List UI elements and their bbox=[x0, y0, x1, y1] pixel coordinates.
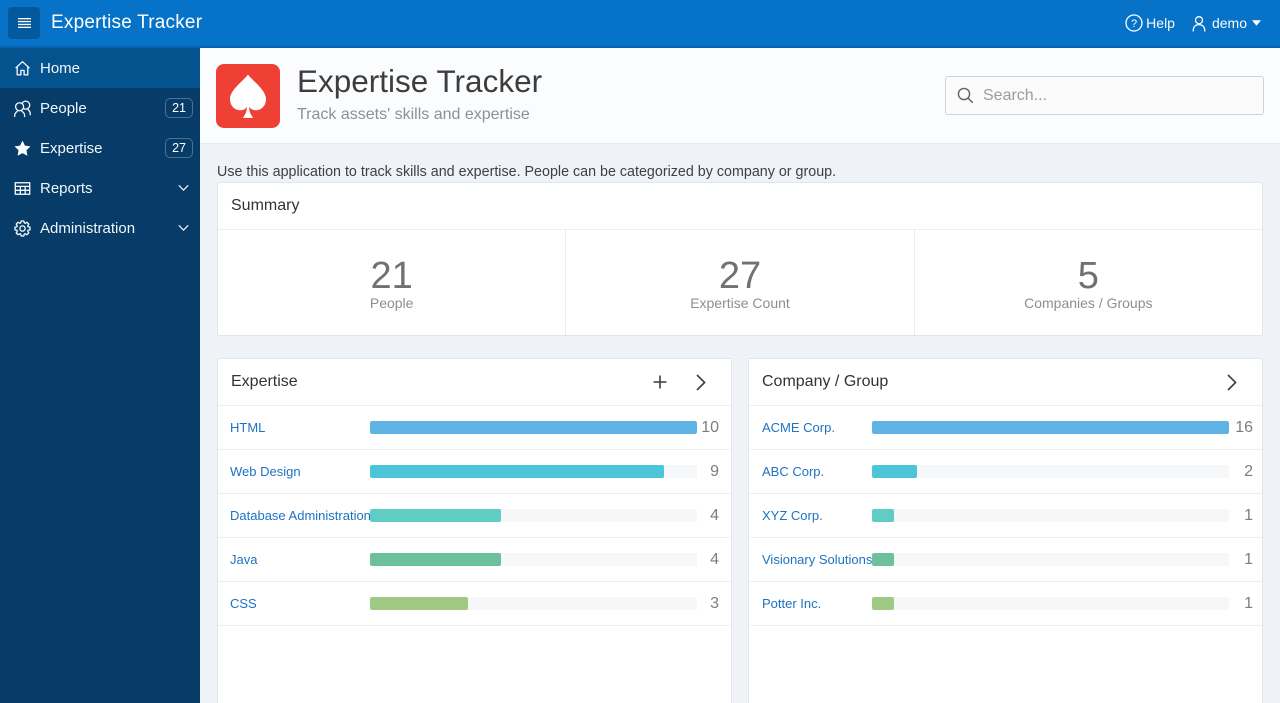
svg-text:?: ? bbox=[1131, 18, 1137, 30]
